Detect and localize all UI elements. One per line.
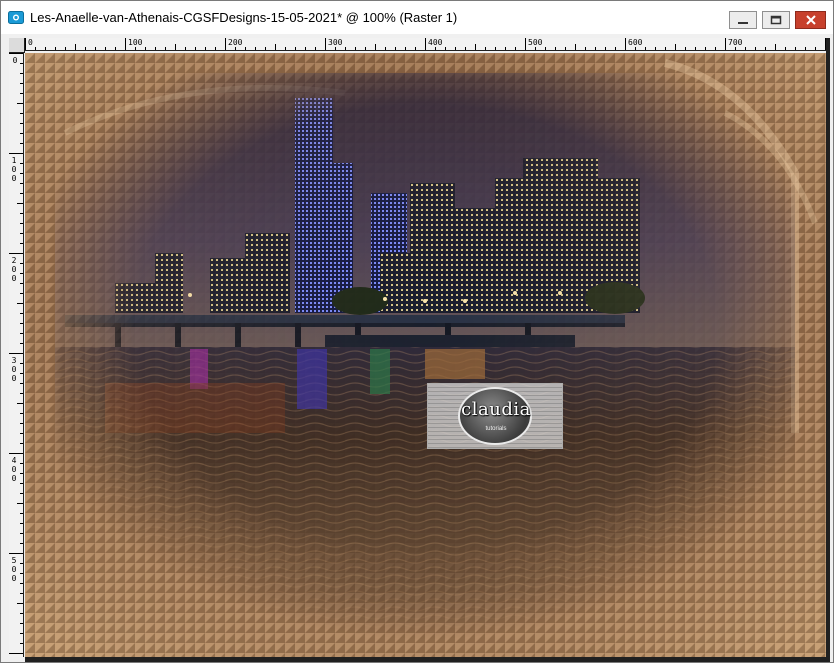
- ruler-label: 300: [328, 38, 343, 47]
- ruler-label: 500: [528, 38, 543, 47]
- ruler-label: 400: [11, 456, 17, 483]
- image-window: Les-Anaelle-van-Athenais-CGSFDesigns-15-…: [0, 0, 834, 663]
- horizontal-ruler: 0 100 200 300 400 500 600 700: [25, 38, 826, 51]
- title-bar[interactable]: Les-Anaelle-van-Athenais-CGSFDesigns-15-…: [1, 1, 833, 34]
- ruler-label: 700: [728, 38, 743, 47]
- ruler-label: 400: [428, 38, 443, 47]
- maximize-icon: [770, 15, 782, 25]
- watermark: claudia tutorials: [427, 383, 563, 449]
- window-frame-right: [826, 38, 830, 662]
- artwork: [25, 53, 826, 657]
- vertical-ruler: 0 100 200 300 400 500: [9, 53, 24, 657]
- ruler-label: 600: [628, 38, 643, 47]
- close-icon: [805, 15, 816, 25]
- window-title: Les-Anaelle-van-Athenais-CGSFDesigns-15-…: [30, 10, 458, 25]
- ruler-ticks: [25, 38, 826, 50]
- ruler-label: 500: [11, 556, 17, 583]
- ruler-label: 100: [11, 156, 17, 183]
- minimize-button[interactable]: [729, 11, 757, 29]
- ruler-label: 100: [128, 38, 143, 47]
- image-canvas[interactable]: claudia tutorials: [25, 53, 826, 657]
- image-file-icon: [8, 11, 24, 24]
- maximize-button[interactable]: [762, 11, 790, 29]
- window-frame-bottom: [25, 657, 826, 662]
- watermark-name: claudia: [461, 399, 531, 420]
- ruler-label: 300: [11, 356, 17, 383]
- watermark-tagline: tutorials: [485, 426, 507, 432]
- ruler-label: 0: [28, 38, 33, 47]
- ruler-corner: [9, 38, 25, 53]
- close-button[interactable]: [795, 11, 826, 29]
- minimize-icon: [738, 22, 748, 24]
- ruler-label: 200: [228, 38, 243, 47]
- ruler-label: 0: [12, 56, 18, 65]
- ruler-label: 200: [11, 256, 17, 283]
